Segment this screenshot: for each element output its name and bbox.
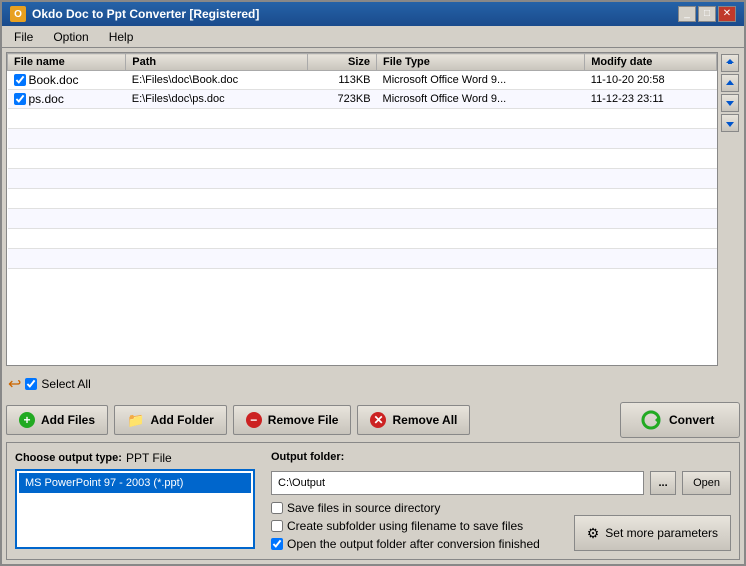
app-icon: O [10, 6, 26, 22]
table-row-empty [8, 149, 717, 169]
row2-size: 723KB [307, 90, 376, 109]
side-buttons [720, 52, 740, 366]
title-bar: O Okdo Doc to Ppt Converter [Registered]… [2, 2, 744, 26]
options-checkboxes: Save files in source directory Create su… [271, 501, 566, 551]
option-save-source[interactable]: Save files in source directory [271, 501, 566, 515]
row2-date: 11-12-23 23:11 [585, 90, 717, 109]
option-create-subfolder[interactable]: Create subfolder using filename to save … [271, 519, 566, 533]
table-row: Book.doc E:\Files\doc\Book.doc 113KB Mic… [8, 71, 717, 90]
main-window: O Okdo Doc to Ppt Converter [Registered]… [0, 0, 746, 566]
col-path: Path [126, 54, 308, 71]
window-title: Okdo Doc to Ppt Converter [Registered] [32, 7, 259, 21]
row1-path: E:\Files\doc\Book.doc [126, 71, 308, 90]
output-folder-label-row: Output folder: [271, 451, 731, 463]
save-source-checkbox[interactable] [271, 502, 283, 514]
file-list-container: File name Path Size File Type Modify dat… [6, 52, 740, 366]
row1-name: Book.doc [8, 71, 126, 90]
create-subfolder-checkbox[interactable] [271, 520, 283, 532]
remove-all-icon: ✕ [370, 412, 386, 428]
table-row-empty [8, 129, 717, 149]
table-row-empty [8, 229, 717, 249]
row1-size: 113KB [307, 71, 376, 90]
folder-icon: 📁 [127, 412, 144, 429]
output-type-label: Choose output type: [15, 452, 122, 464]
table-row-empty [8, 209, 717, 229]
move-to-top-button[interactable] [721, 54, 739, 72]
params-col: ⚙ Set more parameters [574, 515, 731, 551]
convert-button[interactable]: Convert [620, 402, 740, 438]
remove-file-button[interactable]: − Remove File [233, 405, 352, 435]
output-folder-label: Output folder: [271, 451, 344, 463]
table-row-empty [8, 249, 717, 269]
table-row: ps.doc E:\Files\doc\ps.doc 723KB Microso… [8, 90, 717, 109]
open-button[interactable]: Open [682, 471, 731, 495]
add-files-button[interactable]: + Add Files [6, 405, 108, 435]
output-folder-input[interactable] [271, 471, 644, 495]
browse-button[interactable]: ... [650, 471, 676, 495]
select-all-label: Select All [41, 377, 90, 391]
title-controls: _ □ ✕ [678, 6, 736, 22]
remove-all-button[interactable]: ✕ Remove All [357, 405, 470, 435]
row2-checkbox[interactable] [14, 93, 26, 105]
output-type-name: PPT File [126, 451, 172, 465]
select-all-checkbox[interactable] [25, 378, 37, 390]
move-to-bottom-button[interactable] [721, 114, 739, 132]
output-folder-row: ... Open [271, 471, 731, 495]
back-icon: ↩ [8, 374, 21, 394]
format-item-ppt[interactable]: MS PowerPoint 97 - 2003 (*.ppt) [19, 473, 251, 493]
row2-path: E:\Files\doc\ps.doc [126, 90, 308, 109]
menu-help[interactable]: Help [101, 28, 142, 46]
menu-file[interactable]: File [6, 28, 41, 46]
col-date: Modify date [585, 54, 717, 71]
format-list[interactable]: MS PowerPoint 97 - 2003 (*.ppt) [15, 469, 255, 549]
file-table: File name Path Size File Type Modify dat… [7, 53, 717, 269]
title-bar-left: O Okdo Doc to Ppt Converter [Registered] [10, 6, 259, 22]
move-down-button[interactable] [721, 94, 739, 112]
maximize-button[interactable]: □ [698, 6, 716, 22]
add-folder-button[interactable]: 📁 Add Folder [114, 405, 227, 435]
table-row-empty [8, 109, 717, 129]
add-files-icon: + [19, 412, 35, 428]
file-table-body: Book.doc E:\Files\doc\Book.doc 113KB Mic… [8, 71, 717, 269]
row2-type: Microsoft Office Word 9... [377, 90, 585, 109]
output-folder-section: Output folder: ... Open Save files in so… [271, 451, 731, 551]
file-table-wrapper: File name Path Size File Type Modify dat… [6, 52, 718, 366]
menu-option[interactable]: Option [45, 28, 96, 46]
set-more-params-button[interactable]: ⚙ Set more parameters [574, 515, 731, 551]
bottom-panel: Choose output type: PPT File MS PowerPoi… [6, 442, 740, 560]
row1-date: 11-10-20 20:58 [585, 71, 717, 90]
minimize-button[interactable]: _ [678, 6, 696, 22]
close-button[interactable]: ✕ [718, 6, 736, 22]
row1-type: Microsoft Office Word 9... [377, 71, 585, 90]
move-up-button[interactable] [721, 74, 739, 92]
open-after-checkbox[interactable] [271, 538, 283, 550]
option-open-after[interactable]: Open the output folder after conversion … [271, 537, 566, 551]
remove-file-icon: − [246, 412, 262, 428]
convert-icon [641, 410, 661, 430]
select-all-row: ↩ Select All [6, 370, 740, 398]
table-row-empty [8, 169, 717, 189]
col-filetype: File Type [377, 54, 585, 71]
row1-checkbox[interactable] [14, 74, 26, 86]
menu-bar: File Option Help [2, 26, 744, 48]
table-row-empty [8, 189, 717, 209]
col-size: Size [307, 54, 376, 71]
gear-icon: ⚙ [587, 525, 600, 542]
toolbar: + Add Files 📁 Add Folder − Remove File ✕… [6, 402, 740, 438]
main-content: File name Path Size File Type Modify dat… [2, 48, 744, 564]
col-filename: File name [8, 54, 126, 71]
row2-name: ps.doc [8, 90, 126, 109]
output-type-section: Choose output type: PPT File MS PowerPoi… [15, 451, 255, 551]
